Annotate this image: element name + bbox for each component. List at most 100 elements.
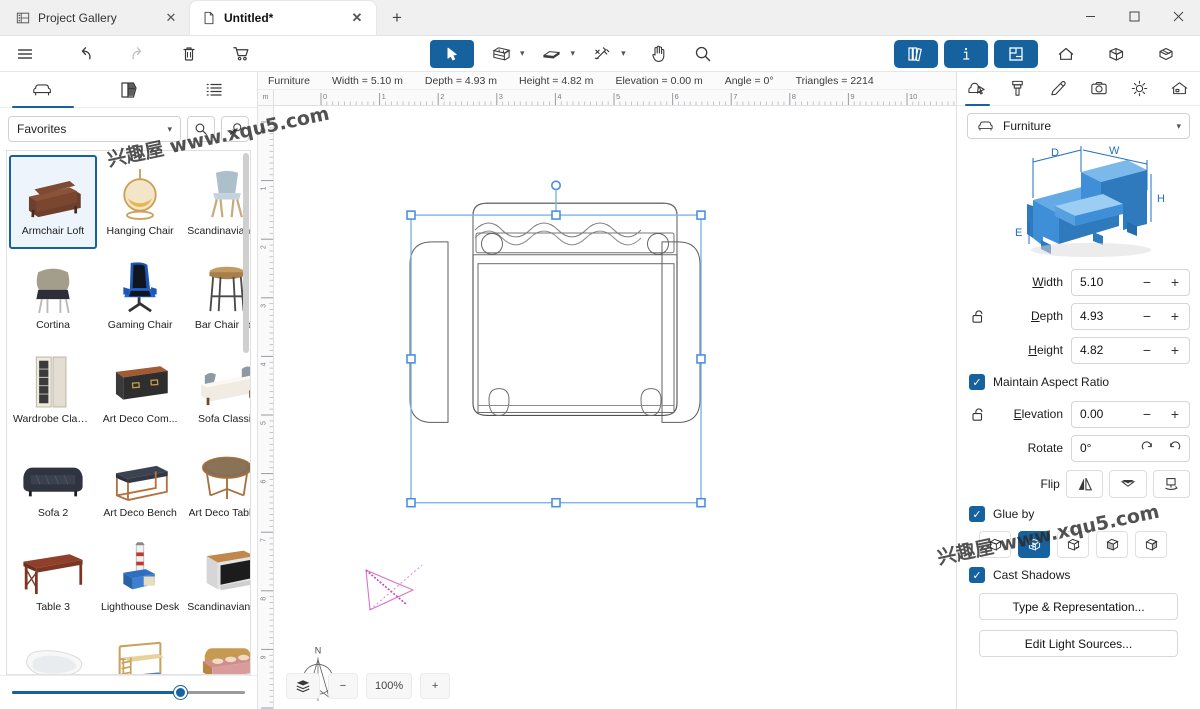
edit-light-sources-button[interactable]: Edit Light Sources...: [979, 630, 1178, 657]
aerial-view-button[interactable]: [1094, 40, 1138, 68]
catalog-item[interactable]: Art Deco Table 2: [183, 437, 250, 531]
maximize-button[interactable]: [1112, 0, 1156, 32]
slider-knob[interactable]: [173, 686, 187, 699]
tab-untitled[interactable]: Untitled* ✕: [190, 1, 376, 35]
catalog-tab-list[interactable]: [171, 72, 257, 107]
elevation-increment-button[interactable]: +: [1161, 402, 1189, 427]
flip-roll-button[interactable]: [1152, 470, 1190, 498]
glue-face-button[interactable]: [1057, 531, 1089, 558]
search-button[interactable]: [187, 116, 215, 142]
tab-close-icon[interactable]: ✕: [348, 9, 366, 27]
depth-value[interactable]: 4.93: [1072, 309, 1133, 323]
furniture-library-button[interactable]: [894, 39, 938, 68]
minimize-button[interactable]: [1068, 0, 1112, 32]
catalog-item[interactable]: Art Deco Com...: [97, 343, 183, 437]
hamburger-menu-icon[interactable]: [8, 40, 42, 68]
elevation-value[interactable]: 0.00: [1072, 407, 1133, 421]
catalog-item[interactable]: Lilia: [9, 625, 97, 674]
maintain-aspect-ratio-checkbox[interactable]: ✓: [969, 374, 985, 390]
wall-tool-split[interactable]: ▾: [484, 40, 525, 68]
object-type-select[interactable]: Furniture ▾: [967, 113, 1190, 139]
chevron-down-icon[interactable]: ▾: [571, 48, 576, 59]
catalog-item[interactable]: Wardrobe Class...: [9, 343, 97, 437]
elevation-decrement-button[interactable]: −: [1133, 402, 1161, 427]
vertical-ruler[interactable]: 012345678910: [258, 106, 274, 709]
cart-icon[interactable]: [224, 40, 258, 68]
inspector-tab-house[interactable]: [1160, 72, 1200, 105]
inspector-tab-photo[interactable]: [1079, 72, 1120, 105]
catalog-item[interactable]: Scandinavian B...: [183, 531, 250, 625]
depth-increment-button[interactable]: +: [1161, 304, 1189, 329]
levels-button[interactable]: [286, 673, 320, 699]
glue-face-button[interactable]: [1096, 531, 1128, 558]
select-tool-button[interactable]: [430, 39, 474, 68]
tab-project-gallery[interactable]: Project Gallery ✕: [4, 1, 190, 35]
horizontal-ruler[interactable]: 0 1 2 3 4 5 6 7 8 9 10: [274, 90, 956, 106]
new-tab-button[interactable]: +: [380, 3, 414, 33]
catalog-item[interactable]: Bar Chair Loft: [183, 249, 250, 343]
create-dimensions-icon[interactable]: [585, 40, 619, 68]
depth-stepper[interactable]: 4.93 − +: [1071, 302, 1190, 330]
maintain-aspect-ratio-row[interactable]: ✓ Maintain Aspect Ratio: [957, 369, 1200, 395]
close-button[interactable]: [1156, 0, 1200, 32]
glue-by-row[interactable]: ✓ Glue by: [957, 501, 1200, 527]
rotate-clockwise-button[interactable]: [1133, 436, 1161, 461]
flip-horizontal-button[interactable]: [1065, 470, 1104, 498]
rotate-value[interactable]: 0°: [1072, 441, 1133, 455]
flip-vertical-button[interactable]: [1109, 470, 1147, 498]
zoom-out-button[interactable]: −: [328, 673, 358, 699]
plan-view-button[interactable]: [994, 39, 1038, 68]
tab-close-icon[interactable]: ✕: [162, 9, 180, 27]
catalog-item[interactable]: Gaming Chair: [97, 249, 183, 343]
width-increment-button[interactable]: +: [1161, 270, 1189, 295]
pan-tool-icon[interactable]: [642, 40, 676, 68]
inspector-tab-paint[interactable]: [998, 72, 1039, 105]
height-decrement-button[interactable]: −: [1133, 338, 1161, 363]
height-value[interactable]: 4.82: [1072, 343, 1133, 357]
zoom-level-label[interactable]: 100%: [366, 673, 413, 699]
catalog-item[interactable]: Cortina: [9, 249, 97, 343]
thumbnail-size-slider[interactable]: [12, 684, 245, 702]
home-view-button[interactable]: [1044, 40, 1088, 68]
dimension-tool-split[interactable]: ▾: [585, 40, 626, 68]
catalog-item[interactable]: Art Deco Bench: [97, 437, 183, 531]
cast-shadows-row[interactable]: ✓ Cast Shadows: [957, 562, 1200, 588]
redo-icon[interactable]: [120, 40, 154, 68]
catalog-item[interactable]: Kids Bed 4: [97, 625, 183, 674]
delete-icon[interactable]: [172, 40, 206, 68]
rotate-counterclockwise-button[interactable]: [1161, 436, 1189, 461]
catalog-tab-furniture[interactable]: [0, 72, 86, 108]
catalog-item[interactable]: Table 3: [9, 531, 97, 625]
width-stepper[interactable]: 5.10 − +: [1071, 268, 1190, 296]
catalog-item[interactable]: Sofa 2: [9, 437, 97, 531]
width-decrement-button[interactable]: −: [1133, 270, 1161, 295]
zoom-tool-icon[interactable]: [686, 40, 720, 68]
catalog-item[interactable]: Hanging Chair: [97, 155, 183, 249]
height-stepper[interactable]: 4.82 − +: [1071, 336, 1190, 364]
category-select[interactable]: Favorites ▾: [8, 116, 181, 142]
filter-button[interactable]: [221, 116, 249, 142]
inspector-tab-pencil[interactable]: [1038, 72, 1079, 105]
inspector-tab-light[interactable]: [1119, 72, 1160, 105]
glue-face-button[interactable]: [1018, 531, 1050, 558]
rotate-stepper[interactable]: 0°: [1071, 434, 1190, 462]
create-walls-icon[interactable]: [484, 40, 518, 68]
glue-face-button[interactable]: [979, 531, 1011, 558]
virtual-visit-button[interactable]: [1144, 40, 1188, 68]
inspector-tab-modify[interactable]: [957, 72, 998, 106]
create-rooms-icon[interactable]: [535, 40, 569, 68]
catalog-item[interactable]: Lighthouse Desk: [97, 531, 183, 625]
catalog-scrollbar[interactable]: [243, 153, 249, 353]
catalog-item[interactable]: Armchair Loft: [9, 155, 97, 249]
chevron-down-icon[interactable]: ▾: [621, 48, 626, 59]
information-button[interactable]: [944, 39, 988, 68]
catalog-item[interactable]: Sofa Classic: [183, 343, 250, 437]
chevron-down-icon[interactable]: ▾: [520, 48, 525, 59]
furniture-catalog[interactable]: Armchair Loft Hanging Chair Scandinavian C…: [6, 150, 251, 675]
undo-icon[interactable]: [68, 40, 102, 68]
cast-shadows-checkbox[interactable]: ✓: [969, 567, 985, 583]
room-tool-split[interactable]: ▾: [535, 40, 576, 68]
dimension-lock-button[interactable]: [967, 308, 989, 325]
depth-decrement-button[interactable]: −: [1133, 304, 1161, 329]
type-representation-button[interactable]: Type & Representation...: [979, 593, 1178, 620]
